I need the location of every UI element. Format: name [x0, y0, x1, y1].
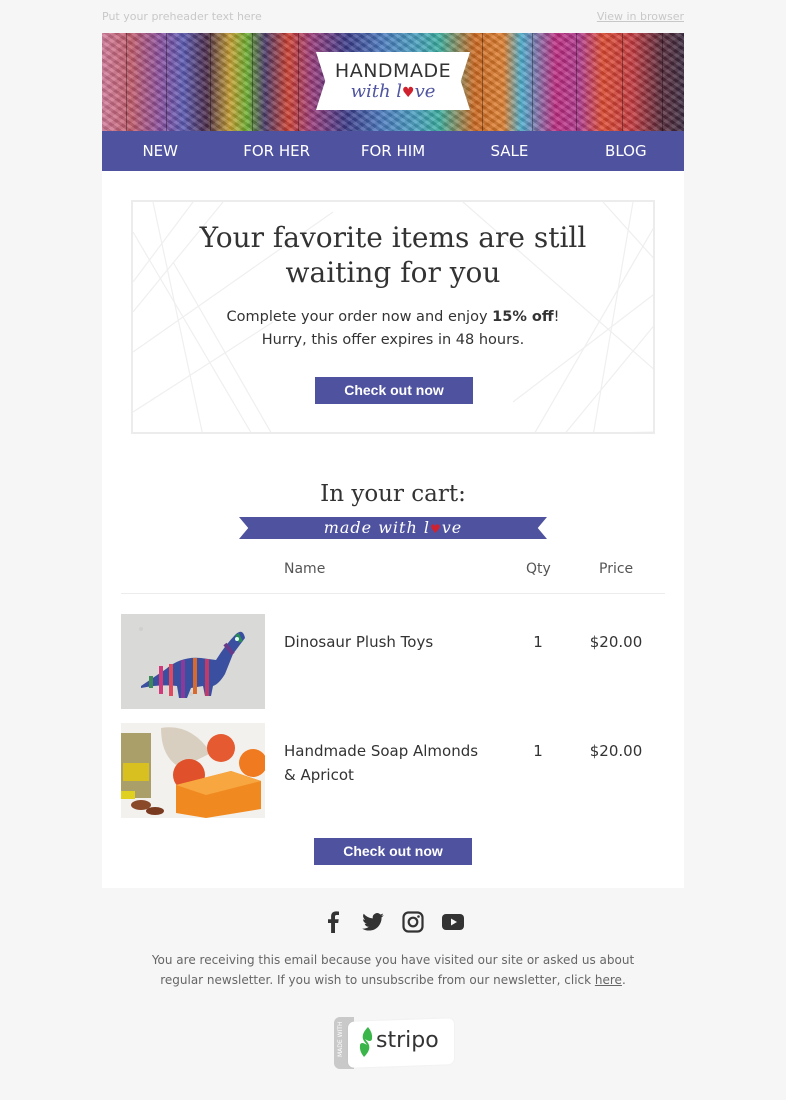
main-nav: NEW FOR HER FOR HIM SALE BLOG: [102, 131, 684, 171]
discount-text: 15% off: [492, 309, 554, 325]
cart-item-price: $20.00: [589, 633, 643, 651]
preheader-text: Put your preheader text here: [102, 10, 262, 23]
heart-icon: ♥: [402, 84, 415, 101]
cart-title: In your cart:: [320, 481, 466, 507]
stripo-logo-icon: [359, 1027, 373, 1057]
nav-item-sale[interactable]: SALE: [451, 142, 567, 160]
made-with-stripo-badge[interactable]: MADE WITH stripo: [334, 1017, 454, 1069]
logo-line-1: HANDMADE: [334, 59, 452, 82]
cart-table-header: Name Qty Price: [121, 561, 665, 594]
youtube-icon[interactable]: [441, 910, 465, 934]
hero-title: Your favorite items are still waiting fo…: [199, 221, 587, 289]
nav-item-blog[interactable]: BLOG: [568, 142, 684, 160]
cart-item-qty: 1: [533, 742, 543, 760]
stripo-wordmark: stripo: [376, 1028, 439, 1053]
nav-item-new[interactable]: NEW: [102, 142, 218, 160]
column-header-price: Price: [599, 561, 634, 577]
cart-item-price: $20.00: [589, 742, 643, 760]
nav-item-for-him[interactable]: FOR HIM: [335, 142, 451, 160]
view-in-browser-link[interactable]: View in browser: [597, 10, 684, 23]
column-header-name: Name: [284, 561, 326, 577]
nav-item-for-her[interactable]: FOR HER: [218, 142, 334, 160]
footer-disclaimer: You are receiving this email because you…: [151, 953, 635, 987]
dinosaur-plush-toy-image[interactable]: [121, 614, 265, 709]
hero-checkout-button[interactable]: Check out now: [315, 377, 473, 404]
instagram-icon[interactable]: [401, 910, 425, 934]
heart-icon: ♥: [429, 522, 442, 536]
facebook-icon[interactable]: [321, 910, 345, 934]
twitter-icon[interactable]: [361, 910, 385, 934]
header-banner: HANDMADE with l♥ve: [102, 33, 684, 131]
preheader-bar: Put your preheader text here View in bro…: [102, 0, 684, 33]
unsubscribe-link[interactable]: here: [595, 973, 622, 987]
column-header-qty: Qty: [526, 561, 551, 577]
cart-checkout-button[interactable]: Check out now: [314, 838, 472, 865]
soap-apricot-image[interactable]: [121, 723, 265, 818]
made-with-love-ribbon: made with l♥ve: [239, 517, 547, 539]
brand-logo[interactable]: HANDMADE with l♥ve: [316, 52, 470, 110]
social-links: [0, 910, 786, 934]
cart-item-name[interactable]: Handmade Soap Almonds & Apricot: [284, 739, 494, 787]
logo-line-2: with l♥ve: [350, 80, 436, 102]
cart-item-qty: 1: [533, 633, 543, 651]
hero-card: Your favorite items are still waiting fo…: [131, 200, 655, 434]
cart-item-name[interactable]: Dinosaur Plush Toys: [284, 630, 494, 654]
email-body: Your favorite items are still waiting fo…: [102, 171, 684, 888]
hero-subtitle: Complete your order now and enjoy 15% of…: [226, 309, 560, 348]
